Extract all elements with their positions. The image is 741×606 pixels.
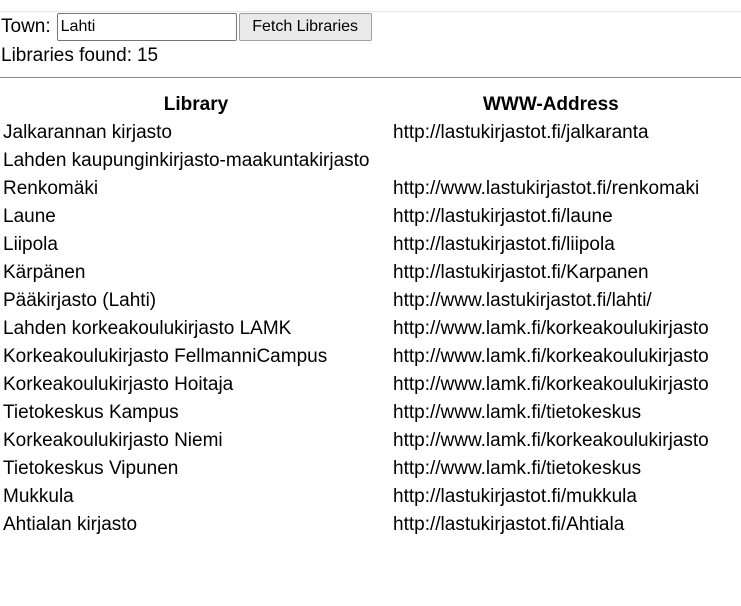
table-row: Ahtialan kirjasto http://lastukirjastot.f… bbox=[2, 512, 710, 538]
library-url-cell: http://lastukirjastot.fi/Ahtiala bbox=[393, 514, 625, 535]
library-name-cell: Pääkirjasto (Lahti) bbox=[3, 290, 157, 311]
table-row: Korkeakoulukirjasto Hoitaja http://www.la… bbox=[2, 372, 710, 398]
table-row: Mukkula http://lastukirjastot.fi/mukkula bbox=[2, 484, 710, 510]
table-row: Liipola http://lastukirjastot.fi/liipola bbox=[2, 232, 710, 258]
library-url-cell: http://www.lamk.fi/korkeakoulukirjasto bbox=[393, 346, 709, 367]
library-name-cell: Korkeakoulukirjasto FellmanniCampus bbox=[3, 346, 328, 367]
library-url-cell: http://www.lamk.fi/korkeakoulukirjasto bbox=[393, 318, 709, 339]
table-row: Tietokeskus Vipunen http://www.lamk.fi/ti… bbox=[2, 456, 710, 482]
library-url-cell: http://www.lastukirjastot.fi/lahti/ bbox=[393, 290, 652, 311]
library-name-cell: Mukkula bbox=[3, 486, 74, 507]
libraries-table-body: Jalkarannan kirjasto http://lastukirjasto… bbox=[2, 120, 710, 538]
library-name-cell: Tietokeskus Vipunen bbox=[3, 458, 179, 479]
library-name-cell: Ahtialan kirjasto bbox=[3, 514, 138, 535]
library-url-cell: http://www.lamk.fi/tietokeskus bbox=[393, 402, 642, 423]
libraries-found-label: Libraries found: bbox=[1, 45, 132, 66]
library-url-cell: http://lastukirjastot.fi/mukkula bbox=[393, 486, 637, 507]
libraries-table: Library WWW-Address Jalkarannan kirjasto… bbox=[0, 90, 712, 540]
library-url-cell: http://www.lastukirjastot.fi/renkomaki bbox=[393, 178, 700, 199]
library-name-cell: Liipola bbox=[3, 234, 58, 255]
column-header-www-address: WWW-Address bbox=[482, 94, 619, 115]
town-input[interactable] bbox=[56, 13, 237, 41]
library-name-cell: Lahden korkeakoulukirjasto LAMK bbox=[3, 318, 292, 339]
library-url-cell: http://www.lamk.fi/tietokeskus bbox=[393, 458, 642, 479]
library-url-cell: http://www.lamk.fi/korkeakoulukirjasto bbox=[393, 430, 709, 451]
library-url-cell: http://lastukirjastot.fi/liipola bbox=[393, 234, 615, 255]
table-row: Jalkarannan kirjasto http://lastukirjasto… bbox=[2, 120, 710, 146]
divider bbox=[0, 77, 741, 78]
library-url-cell: http://www.lamk.fi/korkeakoulukirjasto bbox=[393, 374, 709, 395]
table-header-row: Library WWW-Address bbox=[2, 92, 710, 118]
table-row: Kärpänen http://lastukirjastot.fi/Karpane… bbox=[2, 260, 710, 286]
table-row: Korkeakoulukirjasto FellmanniCampus http:… bbox=[2, 344, 710, 370]
library-url-cell bbox=[392, 148, 710, 174]
table-row: Lahden korkeakoulukirjasto LAMK http://ww… bbox=[2, 316, 710, 342]
top-strip bbox=[0, 0, 741, 12]
library-url-cell: http://lastukirjastot.fi/jalkaranta bbox=[393, 122, 649, 143]
library-name-cell: Jalkarannan kirjasto bbox=[3, 122, 172, 143]
table-row: Lahden kaupunginkirjasto-maakuntakirjast… bbox=[2, 148, 710, 174]
fetch-libraries-button[interactable]: Fetch Libraries bbox=[238, 13, 372, 41]
table-row: Laune http://lastukirjastot.fi/laune bbox=[2, 204, 710, 230]
library-name-cell: Lahden kaupunginkirjasto-maakuntakirjast… bbox=[3, 150, 370, 171]
town-label: Town: bbox=[1, 16, 51, 37]
search-form: Town: Fetch Libraries bbox=[0, 12, 741, 42]
table-row: Tietokeskus Kampus http://www.lamk.fi/tie… bbox=[2, 400, 710, 426]
library-url-cell: http://lastukirjastot.fi/laune bbox=[393, 206, 613, 227]
table-row: Pääkirjasto (Lahti) http://www.lastukirja… bbox=[2, 288, 710, 314]
library-url-cell: http://lastukirjastot.fi/Karpanen bbox=[393, 262, 649, 283]
library-name-cell: Kärpänen bbox=[3, 262, 86, 283]
library-name-cell: Renkomäki bbox=[3, 178, 99, 199]
table-row: Korkeakoulukirjasto Niemi http://www.lamk… bbox=[2, 428, 710, 454]
library-name-cell: Laune bbox=[3, 206, 56, 227]
libraries-found-status: Libraries found: 15 bbox=[0, 42, 741, 69]
library-name-cell: Tietokeskus Kampus bbox=[3, 402, 179, 423]
library-name-cell: Korkeakoulukirjasto Niemi bbox=[3, 430, 223, 451]
table-row: Renkomäki http://www.lastukirjastot.fi/re… bbox=[2, 176, 710, 202]
libraries-found-count: 15 bbox=[136, 45, 159, 66]
column-header-library: Library bbox=[163, 94, 229, 115]
library-name-cell: Korkeakoulukirjasto Hoitaja bbox=[3, 374, 234, 395]
